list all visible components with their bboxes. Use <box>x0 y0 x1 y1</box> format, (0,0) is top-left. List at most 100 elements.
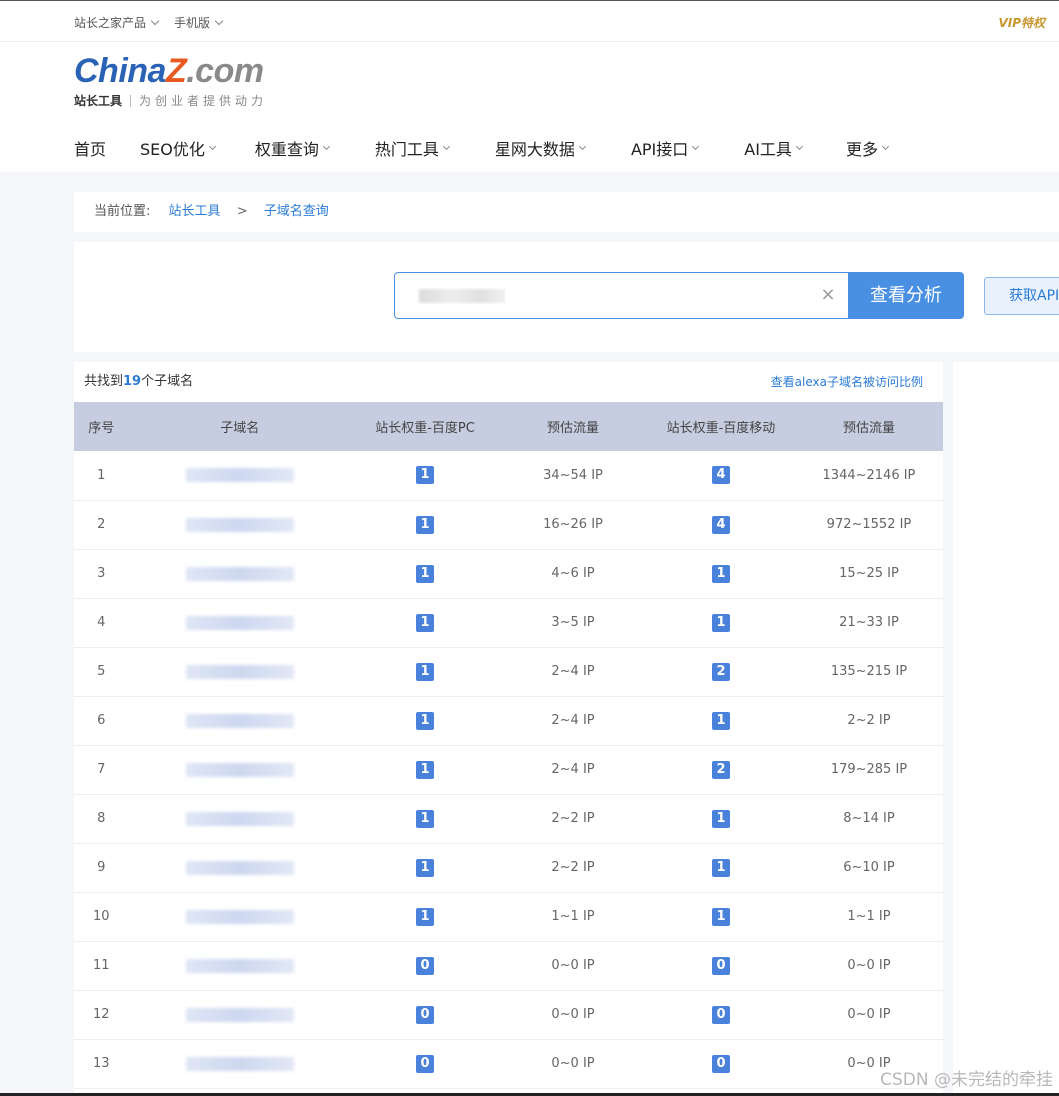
row-pc-traffic: 0~0 IP <box>499 1039 647 1089</box>
row-index: 11 <box>74 941 129 991</box>
weight-badge: 1 <box>416 515 435 534</box>
chevron-down-icon <box>150 16 160 25</box>
weight-badge: 1 <box>416 466 435 485</box>
weight-badge: 0 <box>711 1005 730 1024</box>
row-subdomain[interactable] <box>128 500 352 550</box>
redacted-subdomain <box>185 664 294 679</box>
row-pc-traffic: 2~4 IP <box>499 696 647 746</box>
row-index: 5 <box>74 647 129 697</box>
row-mobile-weight: 2 <box>646 745 795 795</box>
row-index: 13 <box>74 1039 129 1089</box>
site-logo[interactable]: ChinaZ.com 站长工具 为创业者提供动力 <box>74 52 267 109</box>
nav-item-label: 更多 <box>845 140 878 159</box>
row-pc-traffic: 1~1 IP <box>499 892 647 942</box>
logo-part-china: China <box>74 52 166 90</box>
nav-item-label: SEO优化 <box>140 140 205 159</box>
breadcrumb-separator: > <box>236 204 248 219</box>
breadcrumb-prefix: 当前位置: <box>94 204 151 219</box>
row-subdomain[interactable] <box>128 696 352 746</box>
table-row: 12 0 0~0 IP 0 0~0 IP <box>74 990 943 1040</box>
table-row: 7 1 2~4 IP 2 179~285 IP <box>74 745 943 795</box>
row-mobile-traffic: 0~0 IP <box>794 941 943 991</box>
row-mobile-weight: 0 <box>646 1039 795 1089</box>
row-pc-traffic: 0~0 IP <box>499 941 647 991</box>
row-subdomain[interactable] <box>128 745 352 795</box>
row-mobile-traffic: 135~215 IP <box>794 647 943 697</box>
nav-item[interactable]: 权重查询 <box>254 136 330 160</box>
nav-item-label: 首页 <box>74 140 107 159</box>
nav-item[interactable]: AI工具 <box>744 136 803 160</box>
chevron-down-icon <box>208 142 216 150</box>
nav-item[interactable]: API接口 <box>631 136 700 160</box>
chevron-down-icon <box>795 142 803 150</box>
row-index: 3 <box>74 549 129 599</box>
weight-badge: 0 <box>711 1054 730 1073</box>
table-row: 13 0 0~0 IP 0 0~0 IP <box>74 1039 943 1089</box>
row-subdomain[interactable] <box>128 1039 352 1089</box>
weight-badge: 1 <box>416 613 435 632</box>
column-header-pc-weight: 站长权重-百度PC <box>351 402 500 451</box>
chevron-down-icon <box>322 142 330 150</box>
logo-wordmark: ChinaZ.com <box>74 52 267 90</box>
row-pc-weight: 1 <box>351 549 500 599</box>
redacted-subdomain <box>185 811 294 826</box>
row-subdomain[interactable] <box>128 941 352 991</box>
row-index: 4 <box>74 598 129 648</box>
products-menu[interactable]: 站长之家产品 <box>74 14 160 31</box>
row-mobile-weight: 4 <box>646 451 795 501</box>
row-mobile-traffic: 1344~2146 IP <box>794 451 943 501</box>
redacted-subdomain <box>185 860 294 875</box>
row-mobile-weight: 1 <box>646 794 795 844</box>
nav-item[interactable]: 星网大数据 <box>494 136 586 160</box>
breadcrumb-link-tools[interactable]: 站长工具 <box>169 204 221 219</box>
row-subdomain[interactable] <box>128 843 352 893</box>
nav-item-label: 星网大数据 <box>494 140 575 159</box>
nav-item[interactable]: 更多 <box>845 136 889 160</box>
right-sidebar <box>953 362 1059 1096</box>
domain-search-input[interactable]: × <box>394 272 849 319</box>
row-mobile-weight: 4 <box>646 500 795 550</box>
row-mobile-weight: 1 <box>646 696 795 746</box>
nav-item[interactable]: 热门工具 <box>375 136 450 160</box>
analyze-button[interactable]: 查看分析 <box>848 272 964 319</box>
row-mobile-weight: 2 <box>646 647 795 697</box>
row-pc-weight: 1 <box>351 451 500 501</box>
weight-badge: 4 <box>711 515 730 534</box>
weight-badge: 0 <box>711 956 730 975</box>
nav-item[interactable]: 首页 <box>74 136 106 160</box>
nav-item-label: 权重查询 <box>254 140 319 159</box>
vip-link[interactable]: VIP特权 <box>998 14 1045 31</box>
row-subdomain[interactable] <box>128 598 352 648</box>
row-mobile-traffic: 2~2 IP <box>794 696 943 746</box>
mobile-menu[interactable]: 手机版 <box>174 14 224 31</box>
row-subdomain[interactable] <box>128 990 352 1040</box>
alexa-ratio-link[interactable]: 查看alexa子域名被访问比例 <box>771 362 923 402</box>
row-subdomain[interactable] <box>128 549 352 599</box>
mobile-menu-label: 手机版 <box>174 16 211 30</box>
row-subdomain[interactable] <box>128 647 352 697</box>
top-links: 站长之家产品 手机版 <box>74 14 224 31</box>
row-subdomain[interactable] <box>128 794 352 844</box>
row-pc-weight: 1 <box>351 843 500 893</box>
row-mobile-traffic: 6~10 IP <box>794 843 943 893</box>
redacted-subdomain <box>185 1007 294 1022</box>
weight-badge: 1 <box>416 711 435 730</box>
row-pc-traffic: 0~0 IP <box>499 990 647 1040</box>
row-subdomain[interactable] <box>128 892 352 942</box>
weight-badge: 4 <box>711 466 730 485</box>
get-api-button[interactable]: 获取API <box>984 277 1059 315</box>
row-mobile-weight: 1 <box>646 892 795 942</box>
table-row: 9 1 2~2 IP 1 6~10 IP <box>74 843 943 893</box>
result-panel: 共找到19个子域名 查看alexa子域名被访问比例 序号 子域名 站长权重-百度… <box>74 362 943 1096</box>
nav-item[interactable]: SEO优化 <box>140 136 216 160</box>
nav-item-label: AI工具 <box>744 140 792 159</box>
redacted-subdomain <box>185 517 294 532</box>
close-icon[interactable]: × <box>820 286 836 304</box>
result-prefix: 共找到 <box>84 374 124 389</box>
result-count: 19 <box>123 374 142 389</box>
column-header-index: 序号 <box>74 402 129 451</box>
breadcrumb-link-subdomain[interactable]: 子域名查询 <box>264 204 329 219</box>
row-subdomain[interactable] <box>128 451 352 501</box>
table-row: 11 0 0~0 IP 0 0~0 IP <box>74 941 943 991</box>
row-mobile-traffic: 1~1 IP <box>794 892 943 942</box>
